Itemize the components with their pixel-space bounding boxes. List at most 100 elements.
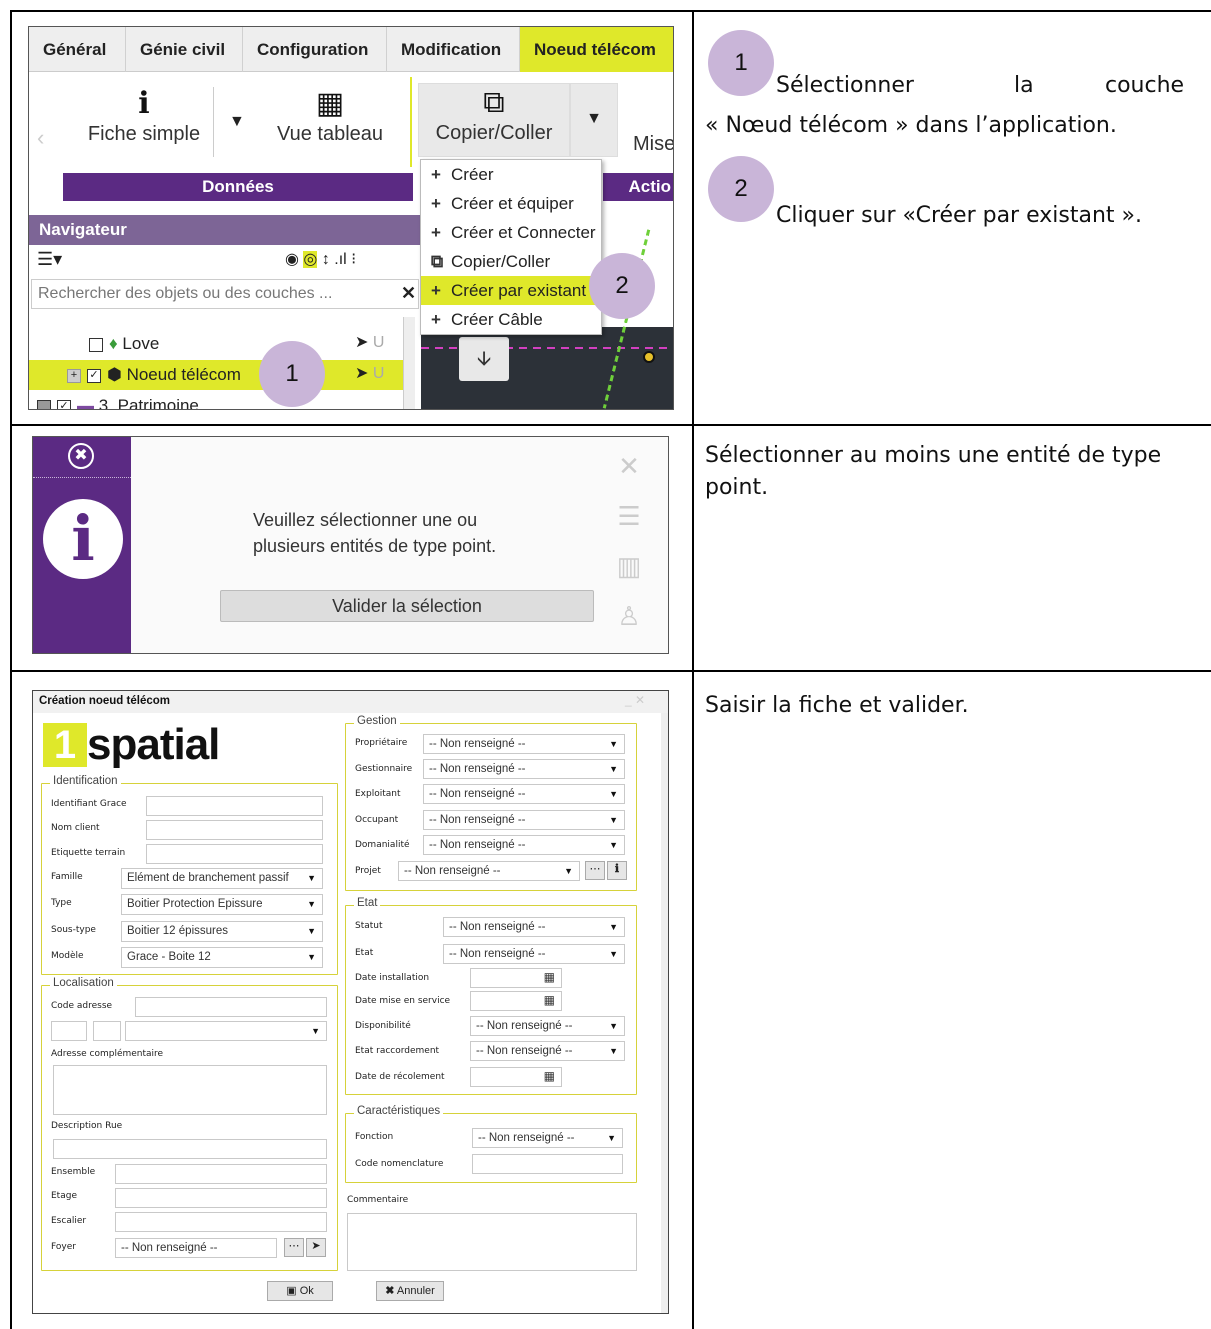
select-etat-raccordement[interactable]: -- Non renseigné -- ▼	[470, 1041, 625, 1061]
input-code-nomenclature[interactable]	[472, 1154, 623, 1174]
textarea-commentaire[interactable]	[347, 1213, 637, 1271]
checkbox-checked[interactable]: ✓	[87, 368, 101, 383]
label-famille: Famille	[51, 872, 83, 882]
select-type[interactable]: Boitier Protection Epissure ▼	[121, 894, 323, 915]
input-ensemble[interactable]	[115, 1164, 327, 1184]
label-adresse-complementaire: Adresse complémentaire	[51, 1049, 164, 1059]
navigator-scrollbar[interactable]	[403, 317, 415, 409]
menu-item-copier-coller[interactable]: ⧉ Copier/Coller	[421, 247, 601, 276]
input-adresse-part2[interactable]	[93, 1021, 121, 1041]
input-description-rue[interactable]	[53, 1139, 327, 1159]
ribbon-scroll-left-icon[interactable]: ‹	[37, 125, 44, 151]
cursor-icon[interactable]: ➤ U	[355, 332, 384, 352]
eye-icon[interactable]: ◎	[303, 251, 318, 268]
projet-info-icon[interactable]: ℹ	[607, 861, 627, 880]
calendar-icon[interactable]: ▦	[544, 993, 555, 1007]
tab-configuration[interactable]: Configuration	[243, 27, 387, 72]
validate-selection-button[interactable]: Valider la sélection	[220, 590, 594, 622]
menu-item-creer-par-existant[interactable]: + Créer par existant	[421, 276, 601, 305]
tab-general[interactable]: Général	[29, 27, 126, 72]
select-fonction[interactable]: -- Non renseigné -- ▼	[472, 1128, 623, 1148]
menu-item-creer-cable[interactable]: + Créer Câble	[421, 305, 601, 334]
form-scrollbar[interactable]	[661, 713, 668, 1313]
layer-row-patrimoine[interactable]: ✓ ▬ 3. Patrimoine	[37, 391, 199, 409]
foyer-more-button[interactable]: ⋯	[284, 1238, 304, 1257]
calendar-icon[interactable]: ▦	[544, 970, 555, 984]
fiche-dropdown-icon[interactable]: ▼	[229, 113, 245, 131]
window-controls-icon[interactable]: _ ✕	[625, 693, 645, 707]
select-exploitant[interactable]: -- Non renseigné -- ▼	[423, 784, 625, 804]
chevron-down-icon: ▼	[609, 789, 618, 799]
copier-coller-menu: + Créer + Créer et équiper + Créer et Conne…	[420, 159, 602, 335]
calendar-icon[interactable]: ▦	[544, 1069, 555, 1083]
select-gestionnaire[interactable]: -- Non renseigné -- ▼	[423, 759, 625, 779]
close-circle-icon[interactable]: ✖	[68, 443, 94, 469]
layer-row-love[interactable]: ♦ Love	[89, 329, 159, 359]
layer-row-noeud-telecom[interactable]: + ✓ ⬢ Noeud télécom	[67, 360, 241, 390]
expand-icon[interactable]	[37, 399, 51, 409]
select-sous-type[interactable]: Boitier 12 épissures ▼	[121, 921, 323, 942]
label-identifiant-grace: Identifiant Grace	[51, 799, 127, 809]
input-date-installation[interactable]: ▦	[470, 968, 562, 988]
input-etiquette-terrain[interactable]	[146, 844, 323, 864]
copier-coller-button[interactable]: ⧉ Copier/Coller	[418, 83, 570, 157]
annuler-button[interactable]: ✖ Annuler	[376, 1281, 444, 1301]
input-code-adresse[interactable]	[135, 997, 327, 1017]
label-escalier: Escalier	[51, 1216, 87, 1226]
menu-item-creer[interactable]: + Créer	[421, 160, 601, 189]
projet-more-button[interactable]: ⋯	[585, 861, 605, 880]
textarea-adresse-complementaire[interactable]	[53, 1065, 327, 1115]
copier-dropdown-icon[interactable]: ▼	[570, 83, 618, 157]
input-date-recolement[interactable]: ▦	[470, 1067, 562, 1087]
select-modele[interactable]: Grace - Boite 12 ▼	[121, 947, 323, 968]
select-proprietaire[interactable]: -- Non renseigné -- ▼	[423, 734, 625, 754]
input-adresse-part1[interactable]	[51, 1021, 87, 1041]
select-disponibilite[interactable]: -- Non renseigné -- ▼	[470, 1016, 625, 1036]
menu-item-creer-connecter[interactable]: + Créer et Connecter	[421, 218, 601, 247]
select-projet[interactable]: -- Non renseigné -- ▼	[398, 861, 580, 881]
tab-genie-civil[interactable]: Génie civil	[126, 27, 243, 72]
foyer-pick-icon[interactable]: ➤	[306, 1238, 326, 1257]
vue-tableau-button[interactable]: ▦ Vue tableau	[265, 85, 395, 146]
select-etat[interactable]: -- Non renseigné -- ▼	[443, 944, 625, 964]
search-input[interactable]: Rechercher des objets ou des couches ...	[31, 279, 419, 309]
label-occupant: Occupant	[355, 815, 399, 825]
tab-modification[interactable]: Modification	[387, 27, 520, 72]
navigator-header: Navigateur	[29, 215, 429, 245]
input-etage[interactable]	[115, 1188, 327, 1208]
select-famille[interactable]: Elément de branchement passif ▼	[121, 868, 323, 889]
tab-noeud-telecom[interactable]: Noeud télécom	[520, 27, 673, 72]
checkbox[interactable]	[89, 337, 103, 352]
chevron-down-icon: ▼	[609, 922, 618, 932]
input-identifiant-grace[interactable]	[146, 796, 323, 816]
instruction-1-word-b: la	[1014, 73, 1034, 98]
down-arrow-button[interactable]: 🡫	[459, 337, 509, 381]
expand-icon[interactable]: +	[67, 368, 81, 383]
select-domanialite[interactable]: -- Non renseigné -- ▼	[423, 835, 625, 855]
fiche-simple-button[interactable]: ℹ Fiche simple	[69, 85, 219, 146]
select-occupant[interactable]: -- Non renseigné -- ▼	[423, 810, 625, 830]
save-icon: ▣	[286, 1285, 297, 1297]
hamburger-menu-icon[interactable]: ☰▾	[37, 249, 62, 270]
instruction-1-word-a: Sélectionner	[776, 73, 914, 98]
label-statut: Statut	[355, 921, 383, 931]
checkbox-checked[interactable]: ✓	[57, 399, 71, 409]
input-nom-client[interactable]	[146, 820, 323, 840]
input-date-mise-service[interactable]: ▦	[470, 991, 562, 1011]
label-date-mise-service: Date mise en service	[355, 996, 451, 1006]
clear-search-icon[interactable]: ✕	[401, 283, 416, 304]
ok-button[interactable]: ▣ Ok	[267, 1281, 333, 1301]
select-foyer[interactable]: -- Non renseigné --	[115, 1238, 277, 1258]
map-node-icon[interactable]	[643, 351, 655, 363]
input-escalier[interactable]	[115, 1212, 327, 1232]
table-border-top	[10, 10, 1211, 12]
menu-item-creer-equiper[interactable]: + Créer et équiper	[421, 189, 601, 218]
mise-button[interactable]: Mise	[633, 133, 673, 156]
label-fonction: Fonction	[355, 1132, 394, 1142]
label-commentaire: Commentaire	[347, 1195, 409, 1205]
label-code-nomenclature: Code nomenclature	[355, 1159, 444, 1169]
cursor-icon[interactable]: ➤ U	[355, 363, 384, 383]
select-voie[interactable]: ▼	[125, 1021, 327, 1041]
label-projet: Projet	[355, 866, 381, 876]
select-statut[interactable]: -- Non renseigné -- ▼	[443, 917, 625, 937]
